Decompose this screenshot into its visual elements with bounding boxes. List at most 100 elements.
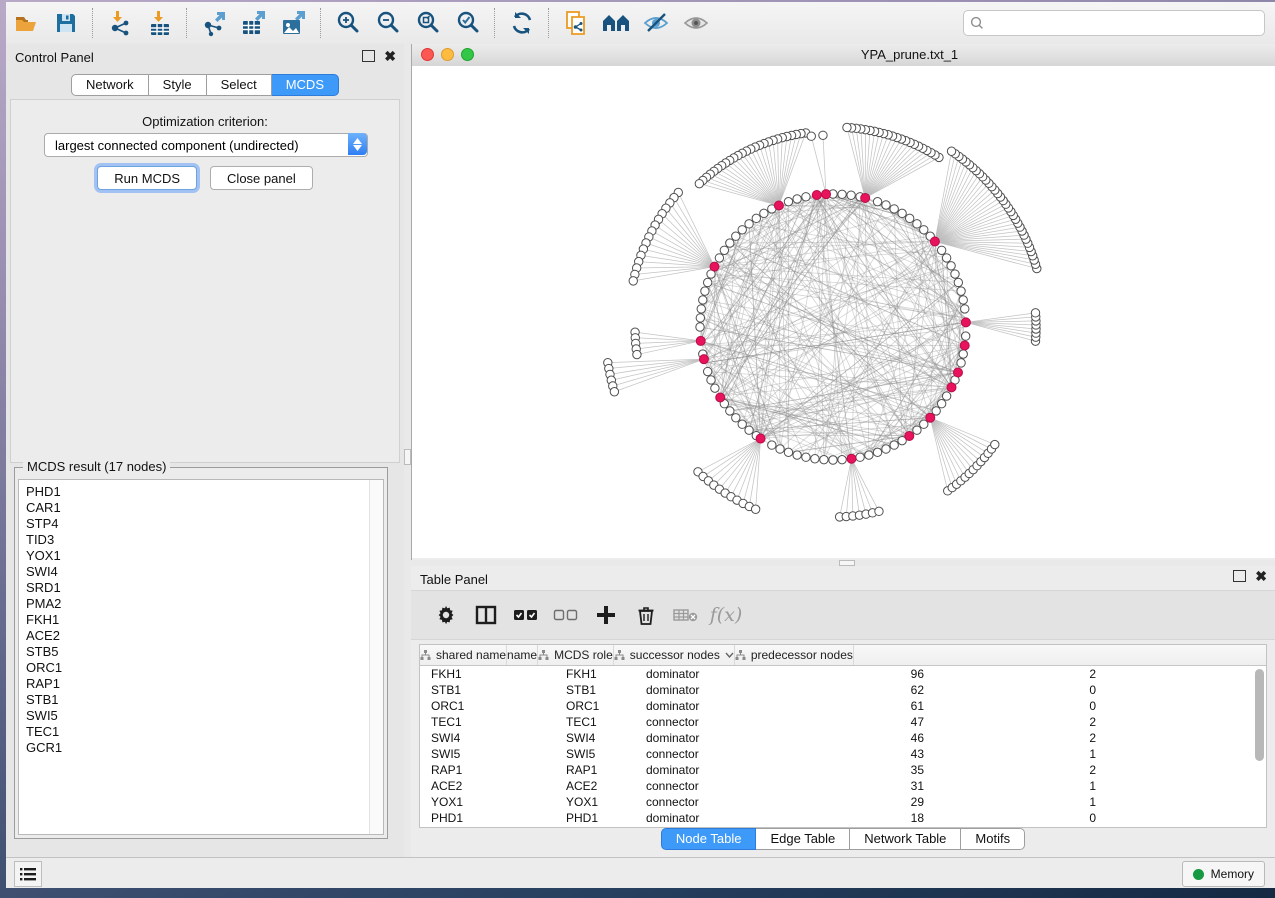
cell-predecessor-nodes[interactable]: 2 xyxy=(932,731,1104,745)
cell-successor-nodes[interactable]: 18 xyxy=(786,811,932,825)
cell-predecessor-nodes[interactable]: 1 xyxy=(932,779,1104,793)
cell-shared-name[interactable]: SWI4 xyxy=(420,731,556,745)
cell-name[interactable]: SWI4 xyxy=(556,731,636,745)
cell-name[interactable]: ORC1 xyxy=(556,699,636,713)
cell-mcds-role[interactable]: connector xyxy=(636,795,786,809)
table-row[interactable]: SWI5 SWI5 connector 43 1 xyxy=(420,746,1266,762)
zoom-selected-icon[interactable] xyxy=(448,6,488,40)
mcds-result-list[interactable]: PHD1CAR1STP4TID3YOX1SWI4SRD1PMA2FKH1ACE2… xyxy=(18,479,384,835)
table-scrollbar-thumb[interactable] xyxy=(1255,669,1264,761)
run-mcds-button[interactable]: Run MCDS xyxy=(97,166,197,190)
mcds-result-node[interactable]: ORC1 xyxy=(26,660,383,676)
close-panel-icon[interactable]: ✖ xyxy=(384,51,396,61)
export-table-icon[interactable] xyxy=(234,6,274,40)
table-row[interactable]: STB1 STB1 dominator 62 0 xyxy=(420,682,1266,698)
cell-shared-name[interactable]: PHD1 xyxy=(420,811,556,825)
mcds-result-node[interactable]: CAR1 xyxy=(26,500,383,516)
mcds-result-node[interactable]: GCR1 xyxy=(26,740,383,756)
table-options-gear-icon[interactable] xyxy=(433,602,459,628)
zoom-fit-icon[interactable] xyxy=(408,6,448,40)
cell-name[interactable]: ACE2 xyxy=(556,779,636,793)
cell-successor-nodes[interactable]: 43 xyxy=(786,747,932,761)
cell-successor-nodes[interactable]: 46 xyxy=(786,731,932,745)
mcds-result-node[interactable]: FKH1 xyxy=(26,612,383,628)
table-row[interactable]: ACE2 ACE2 connector 31 1 xyxy=(420,778,1266,794)
table-tab[interactable]: Motifs xyxy=(961,828,1025,850)
import-network-icon[interactable] xyxy=(100,6,140,40)
open-session-icon[interactable] xyxy=(6,6,46,40)
cell-mcds-role[interactable]: dominator xyxy=(636,699,786,713)
optimization-criterion-select[interactable]: largest connected component (undirected) xyxy=(44,133,368,157)
mcds-result-node[interactable]: STB1 xyxy=(26,692,383,708)
table-row[interactable]: TEC1 TEC1 connector 47 2 xyxy=(420,714,1266,730)
mcds-result-node[interactable]: RAP1 xyxy=(26,676,383,692)
mcds-result-node[interactable]: SRD1 xyxy=(26,580,383,596)
search-box[interactable] xyxy=(963,10,1265,36)
cell-shared-name[interactable]: SWI5 xyxy=(420,747,556,761)
cell-name[interactable]: TEC1 xyxy=(556,715,636,729)
table-tab[interactable]: Network Table xyxy=(850,828,961,850)
cell-shared-name[interactable]: TEC1 xyxy=(420,715,556,729)
cell-name[interactable]: PHD1 xyxy=(556,811,636,825)
table-row[interactable]: SWI4 SWI4 dominator 46 2 xyxy=(420,730,1266,746)
import-table-icon[interactable] xyxy=(140,6,180,40)
cell-name[interactable]: FKH1 xyxy=(556,667,636,681)
cell-successor-nodes[interactable]: 62 xyxy=(786,683,932,697)
mcds-result-node[interactable]: SWI4 xyxy=(26,564,383,580)
cell-mcds-role[interactable]: connector xyxy=(636,715,786,729)
cell-predecessor-nodes[interactable]: 0 xyxy=(932,699,1104,713)
column-header[interactable]: predecessor nodes xyxy=(735,645,854,665)
control-panel-tab[interactable]: MCDS xyxy=(272,74,339,96)
float-panel-icon[interactable] xyxy=(1233,570,1246,582)
table-tab[interactable]: Node Table xyxy=(661,828,757,850)
hide-selected-icon[interactable] xyxy=(636,6,676,40)
splitter-grip[interactable] xyxy=(404,449,411,465)
column-header[interactable]: MCDS role xyxy=(538,645,614,665)
cell-predecessor-nodes[interactable]: 0 xyxy=(932,683,1104,697)
cell-predecessor-nodes[interactable]: 2 xyxy=(932,715,1104,729)
cell-mcds-role[interactable]: connector xyxy=(636,779,786,793)
network-canvas[interactable] xyxy=(412,66,1275,558)
column-header[interactable]: name xyxy=(507,645,538,665)
mcds-result-node[interactable]: TID3 xyxy=(26,532,383,548)
cell-shared-name[interactable]: ORC1 xyxy=(420,699,556,713)
cell-shared-name[interactable]: FKH1 xyxy=(420,667,556,681)
table-row[interactable]: ORC1 ORC1 dominator 61 0 xyxy=(420,698,1266,714)
close-panel-button[interactable]: Close panel xyxy=(210,166,313,190)
control-panel-tab[interactable]: Style xyxy=(149,74,207,96)
cell-name[interactable]: SWI5 xyxy=(556,747,636,761)
search-input[interactable] xyxy=(989,15,1258,31)
cell-successor-nodes[interactable]: 35 xyxy=(786,763,932,777)
cell-successor-nodes[interactable]: 29 xyxy=(786,795,932,809)
cell-shared-name[interactable]: STB1 xyxy=(420,683,556,697)
memory-button[interactable]: Memory xyxy=(1182,861,1265,887)
cell-predecessor-nodes[interactable]: 2 xyxy=(932,763,1104,777)
column-header[interactable]: shared name xyxy=(420,645,507,665)
select-all-rows-icon[interactable] xyxy=(513,602,539,628)
cell-mcds-role[interactable]: dominator xyxy=(636,731,786,745)
cell-successor-nodes[interactable]: 61 xyxy=(786,699,932,713)
maximize-window-icon[interactable] xyxy=(461,48,474,61)
cell-shared-name[interactable]: ACE2 xyxy=(420,779,556,793)
cell-successor-nodes[interactable]: 96 xyxy=(786,667,932,681)
cell-mcds-role[interactable]: dominator xyxy=(636,683,786,697)
vertical-splitter[interactable] xyxy=(404,44,411,858)
table-row[interactable]: YOX1 YOX1 connector 29 1 xyxy=(420,794,1266,810)
save-session-icon[interactable] xyxy=(46,6,86,40)
cell-predecessor-nodes[interactable]: 1 xyxy=(932,795,1104,809)
first-neighbors-icon[interactable] xyxy=(596,6,636,40)
table-tab[interactable]: Edge Table xyxy=(756,828,850,850)
table-row[interactable]: FKH1 FKH1 dominator 96 2 xyxy=(420,666,1266,682)
cell-name[interactable]: STB1 xyxy=(556,683,636,697)
show-all-icon[interactable] xyxy=(676,6,716,40)
export-image-icon[interactable] xyxy=(274,6,314,40)
task-history-button[interactable] xyxy=(14,861,42,887)
float-panel-icon[interactable] xyxy=(362,50,375,62)
cell-predecessor-nodes[interactable]: 2 xyxy=(932,667,1104,681)
cell-shared-name[interactable]: RAP1 xyxy=(420,763,556,777)
table-row[interactable]: PHD1 PHD1 dominator 18 0 xyxy=(420,810,1266,826)
add-column-icon[interactable] xyxy=(593,602,619,628)
mcds-result-node[interactable]: STB5 xyxy=(26,644,383,660)
cell-predecessor-nodes[interactable]: 0 xyxy=(932,811,1104,825)
export-network-icon[interactable] xyxy=(194,6,234,40)
